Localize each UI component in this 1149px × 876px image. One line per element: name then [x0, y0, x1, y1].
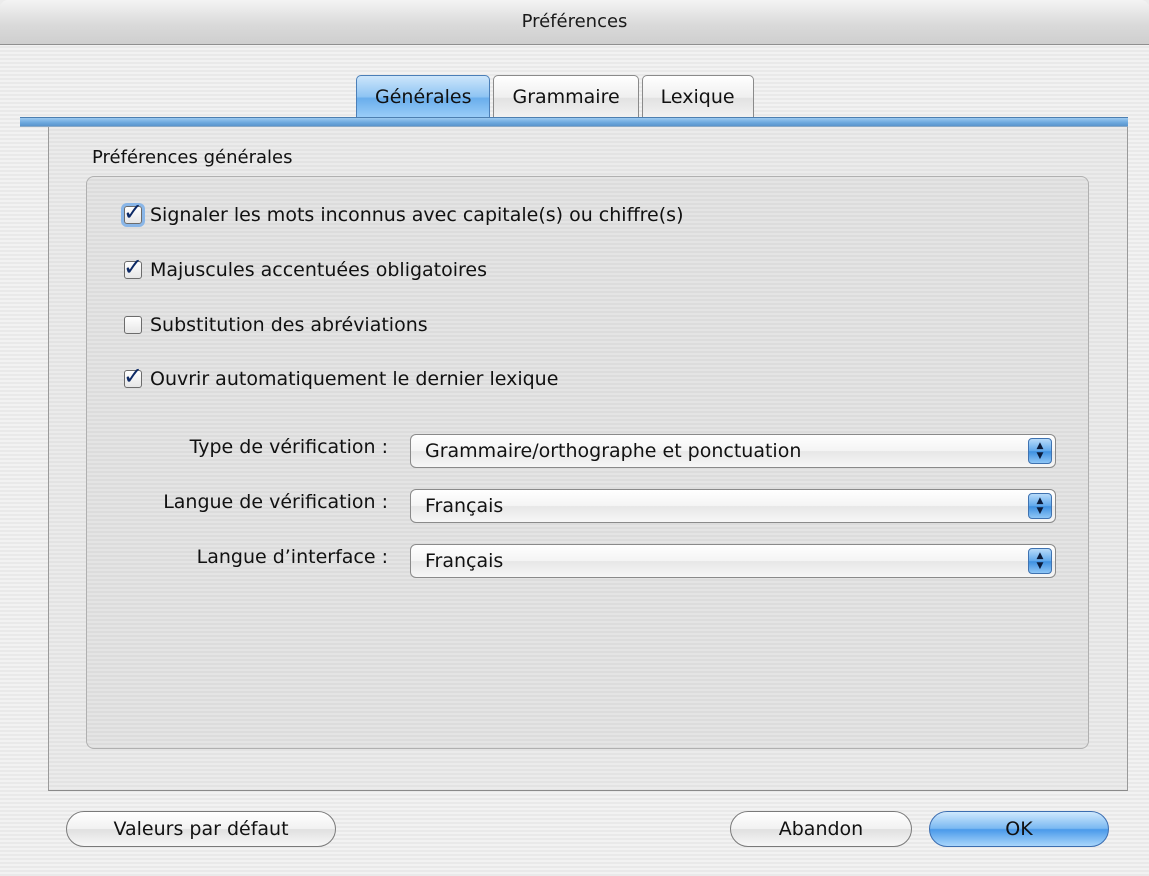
option-majuscules-accentuees[interactable]: ✓ Majuscules accentuées obligatoires	[123, 253, 488, 282]
updown-arrows-icon: ▲ ▼	[1028, 438, 1052, 464]
checkmark-icon: ✓	[123, 253, 144, 281]
checkbox[interactable]: ✓	[123, 362, 143, 390]
type-verification-select[interactable]: Grammaire/orthographe et ponctuation ▲ ▼	[410, 434, 1056, 468]
tab-lexique[interactable]: Lexique	[641, 75, 754, 119]
select-value: Grammaire/orthographe et ponctuation	[425, 440, 802, 462]
langue-interface-select[interactable]: Français ▲ ▼	[410, 544, 1056, 578]
option-label: Majuscules accentuées obligatoires	[150, 259, 488, 281]
checkbox[interactable]	[124, 316, 142, 334]
cancel-button[interactable]: Abandon	[730, 811, 912, 847]
updown-arrows-icon: ▲ ▼	[1028, 493, 1052, 519]
preferences-window: Préférences Générales Grammaire Lexique …	[0, 0, 1149, 876]
langue-interface-label: Langue d’interface :	[196, 546, 388, 568]
option-ouvrir-dernier-lexique[interactable]: ✓ Ouvrir automatiquement le dernier lexi…	[123, 362, 559, 391]
option-label: Ouvrir automatiquement le dernier lexiqu…	[150, 368, 559, 390]
tab-bar: Générales Grammaire Lexique	[356, 75, 757, 119]
checkbox[interactable]: ✓	[123, 253, 143, 281]
ok-button[interactable]: OK	[929, 811, 1109, 847]
select-value: Français	[425, 495, 504, 517]
tab-generales[interactable]: Générales	[356, 75, 491, 119]
tab-divider	[20, 117, 1128, 127]
window-title: Préférences	[0, 0, 1149, 45]
option-label: Signaler les mots inconnus avec capitale…	[150, 204, 684, 226]
group-title: Préférences générales	[92, 147, 293, 168]
type-verification-label: Type de vérification :	[189, 436, 388, 458]
checkmark-icon: ✓	[123, 362, 144, 390]
checkbox[interactable]: ✓	[123, 198, 143, 226]
langue-verification-label: Langue de vérification :	[163, 491, 388, 513]
defaults-button[interactable]: Valeurs par défaut	[66, 811, 336, 847]
option-substitution-abreviations[interactable]: Substitution des abréviations	[124, 313, 428, 337]
option-label: Substitution des abréviations	[150, 314, 428, 336]
checkmark-icon: ✓	[123, 198, 144, 226]
option-signaler-mots-inconnus[interactable]: ✓ Signaler les mots inconnus avec capita…	[123, 198, 684, 227]
select-value: Français	[425, 550, 504, 572]
updown-arrows-icon: ▲ ▼	[1028, 548, 1052, 574]
tab-grammaire[interactable]: Grammaire	[493, 75, 639, 119]
langue-verification-select[interactable]: Français ▲ ▼	[410, 489, 1056, 523]
